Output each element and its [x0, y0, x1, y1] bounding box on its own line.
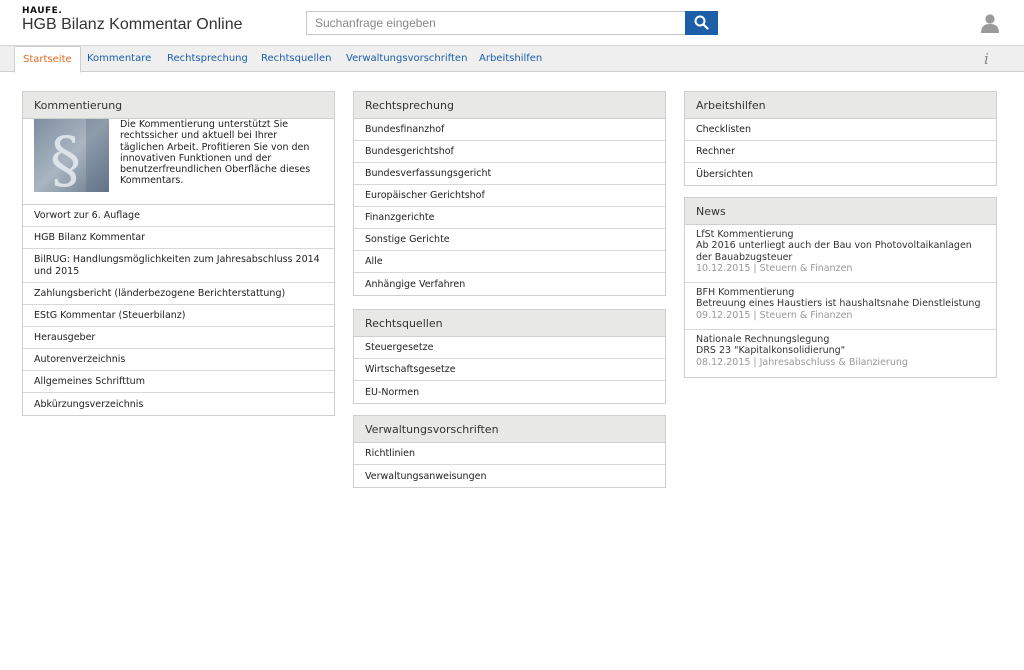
list-item[interactable]: Anhängige Verfahren	[354, 273, 665, 295]
tab-startseite[interactable]: Startseite	[14, 46, 81, 73]
list-item[interactable]: Abkürzungsverzeichnis	[23, 393, 334, 415]
news-meta: 10.12.2015 | Steuern & Finanzen	[696, 262, 853, 274]
news-source: LfSt Kommentierung	[696, 229, 794, 240]
list-item[interactable]: Finanzgerichte	[354, 207, 665, 229]
app-title[interactable]: HGB Bilanz Kommentar Online	[22, 16, 243, 34]
list-item[interactable]: Zahlungsbericht (länderbezogene Berichte…	[23, 283, 334, 305]
list-item[interactable]: Alle	[354, 251, 665, 273]
panel-verwaltungsvorschriften: Verwaltungsvorschriften Richtlinien Verw…	[353, 415, 666, 488]
list-item[interactable]: Bundesfinanzhof	[354, 119, 665, 141]
paragraph-image: §	[34, 119, 109, 192]
news-meta: 09.12.2015 | Steuern & Finanzen	[696, 309, 853, 321]
list-item[interactable]: HGB Bilanz Kommentar	[23, 227, 334, 249]
search-input[interactable]	[306, 11, 685, 35]
news-headline[interactable]: Betreuung eines Haustiers ist haushaltsn…	[696, 298, 985, 309]
panel-news: News LfSt Kommentierung Ab 2016 unterlie…	[684, 197, 997, 378]
brand-logo[interactable]: HAUFE.	[22, 6, 62, 16]
news-meta: 08.12.2015 | Jahresabschluss & Bilanzier…	[696, 356, 908, 368]
tab-arbeitshilfen[interactable]: Arbeitshilfen	[479, 46, 542, 72]
panel-title: News	[685, 198, 996, 225]
panel-title: Rechtsprechung	[354, 92, 665, 119]
tab-rechtsprechung[interactable]: Rechtsprechung	[167, 46, 248, 72]
app-header: HAUFE. HGB Bilanz Kommentar Online	[0, 0, 1024, 46]
list-item[interactable]: Allgemeines Schrifttum	[23, 371, 334, 393]
news-item[interactable]: LfSt Kommentierung Ab 2016 unterliegt au…	[685, 225, 996, 283]
list-item[interactable]: Richtlinien	[354, 443, 665, 465]
list-item[interactable]: Autorenverzeichnis	[23, 349, 334, 371]
panel-title: Verwaltungsvorschriften	[354, 416, 665, 443]
list-item[interactable]: Europäischer Gerichtshof	[354, 185, 665, 207]
panel-title: Arbeitshilfen	[685, 92, 996, 119]
panel-title: Rechtsquellen	[354, 310, 665, 337]
search-icon	[694, 15, 709, 30]
list-item[interactable]: EU-Normen	[354, 381, 665, 403]
panel-kommentierung: Kommentierung § Die Kommentierung unters…	[22, 91, 335, 416]
panel-rechtsprechung: Rechtsprechung Bundesfinanzhof Bundesger…	[353, 91, 666, 296]
svg-text:§: §	[50, 123, 81, 192]
list-item[interactable]: Steuergesetze	[354, 337, 665, 359]
panel-rechtsquellen: Rechtsquellen Steuergesetze Wirtschaftsg…	[353, 309, 666, 404]
list-item[interactable]: Verwaltungsanweisungen	[354, 465, 665, 487]
panel-title: Kommentierung	[23, 92, 334, 119]
news-source: Nationale Rechnungslegung	[696, 334, 830, 345]
tab-kommentare[interactable]: Kommentare	[87, 46, 151, 72]
info-icon[interactable]: i	[984, 50, 989, 68]
list-item[interactable]: Sonstige Gerichte	[354, 229, 665, 251]
news-item[interactable]: Nationale Rechnungslegung DRS 23 "Kapita…	[685, 330, 996, 377]
news-headline[interactable]: Ab 2016 unterliegt auch der Bau von Phot…	[696, 240, 985, 263]
news-headline[interactable]: DRS 23 "Kapitalkonsolidierung"	[696, 345, 985, 356]
list-item[interactable]: Vorwort zur 6. Auflage	[23, 205, 334, 227]
intro-text: Die Kommentierung unterstützt Sie rechts…	[120, 119, 311, 187]
list-item[interactable]: Rechner	[685, 141, 996, 163]
tab-verwaltungsvorschriften[interactable]: Verwaltungsvorschriften	[346, 46, 467, 72]
list-item[interactable]: Checklisten	[685, 119, 996, 141]
intro-section: § Die Kommentierung unterstützt Sie rech…	[23, 119, 334, 205]
list-item[interactable]: Herausgeber	[23, 327, 334, 349]
list-item[interactable]: Bundesgerichtshof	[354, 141, 665, 163]
user-icon[interactable]	[980, 13, 1000, 33]
list-item[interactable]: Bundesverfassungsgericht	[354, 163, 665, 185]
list-item[interactable]: BilRUG: Handlungsmöglichkeiten zum Jahre…	[23, 249, 334, 283]
search-button[interactable]	[685, 11, 718, 35]
list-item[interactable]: Wirtschaftsgesetze	[354, 359, 665, 381]
news-item[interactable]: BFH Kommentierung Betreuung eines Hausti…	[685, 283, 996, 330]
tab-rechtsquellen[interactable]: Rechtsquellen	[261, 46, 332, 72]
panel-arbeitshilfen: Arbeitshilfen Checklisten Rechner Übersi…	[684, 91, 997, 186]
list-item[interactable]: EStG Kommentar (Steuerbilanz)	[23, 305, 334, 327]
main-nav: Startseite Kommentare Rechtsprechung Rec…	[0, 46, 1024, 73]
list-item[interactable]: Übersichten	[685, 163, 996, 185]
news-source: BFH Kommentierung	[696, 287, 795, 298]
